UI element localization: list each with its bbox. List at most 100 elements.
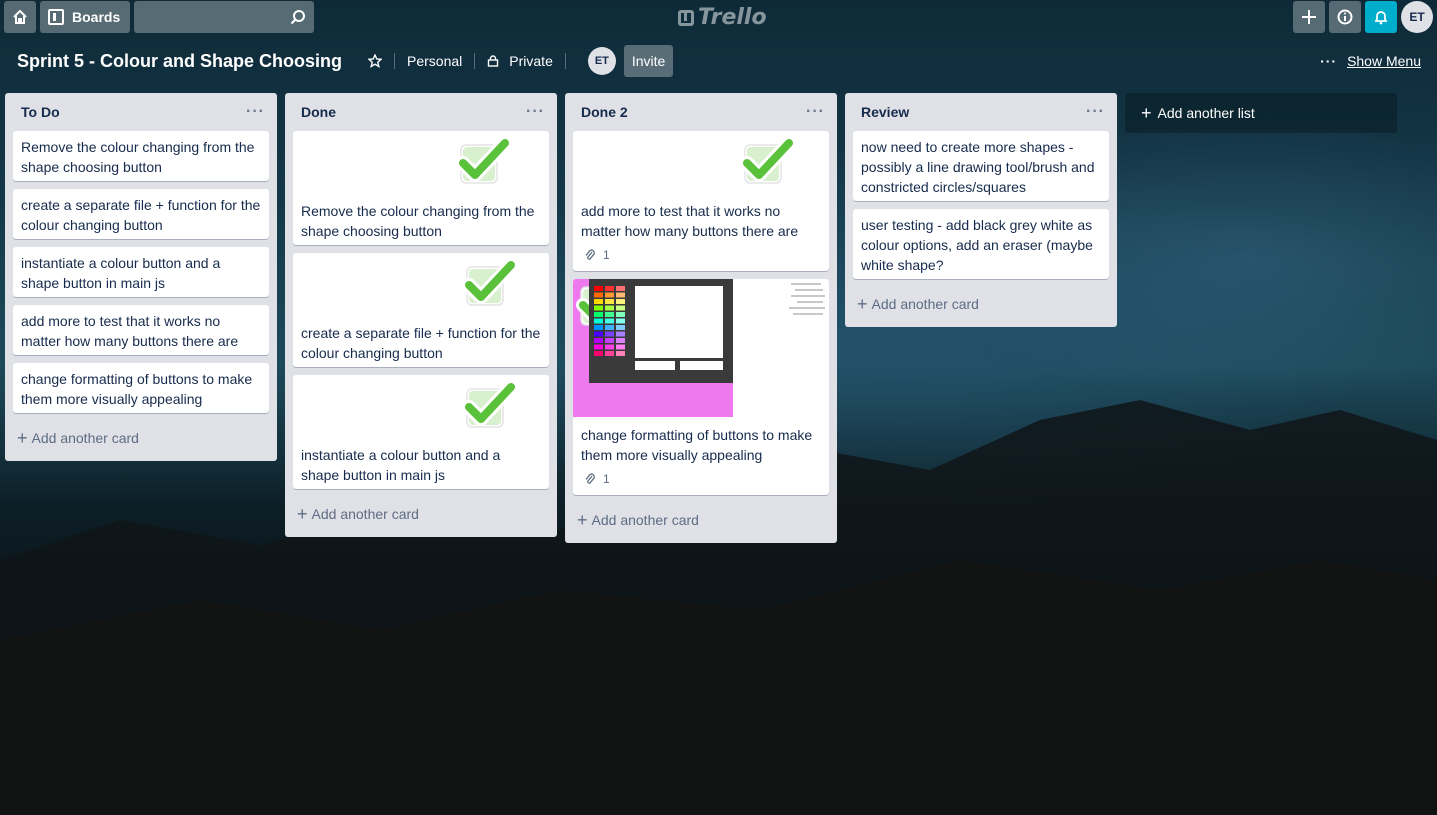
user-avatar[interactable]: ET — [1401, 1, 1433, 33]
plus-icon — [1302, 10, 1316, 24]
bell-icon — [1374, 11, 1388, 25]
team-button[interactable]: Personal — [399, 45, 470, 77]
trello-logo[interactable]: Trello — [678, 5, 767, 30]
card-title: create a separate file + function for th… — [21, 197, 261, 233]
add-card-label: Add another card — [311, 506, 419, 522]
card[interactable]: add more to test that it works no matter… — [13, 305, 269, 355]
top-bar: Boards Trello ET — [0, 0, 1437, 34]
member-avatar[interactable]: ET — [587, 47, 616, 75]
attachment-count: 1 — [603, 472, 610, 486]
add-card-label: Add another card — [871, 296, 979, 312]
add-card-button[interactable]: + Add another card — [293, 497, 549, 531]
attachment-badge: 1 — [573, 469, 829, 495]
plus-icon: + — [297, 503, 308, 524]
boards-icon — [48, 9, 64, 25]
create-button[interactable] — [1293, 1, 1325, 33]
divider — [474, 53, 476, 69]
check-icon — [456, 137, 512, 184]
list-title[interactable]: Review — [861, 104, 909, 120]
show-menu-button[interactable]: ··· Show Menu — [1320, 53, 1421, 69]
header-right-buttons: ET — [1293, 1, 1433, 33]
list-title[interactable]: Done 2 — [581, 104, 628, 120]
search-icon — [291, 10, 306, 25]
notifications-button[interactable] — [1365, 1, 1397, 33]
plus-icon: + — [577, 509, 588, 530]
list-menu-icon[interactable]: ··· — [806, 103, 825, 121]
check-icon — [740, 137, 796, 184]
list-title[interactable]: Done — [301, 104, 336, 120]
add-list-label: Add another list — [1157, 105, 1255, 121]
add-card-button[interactable]: + Add another card — [13, 421, 269, 455]
card[interactable]: create a separate file + function for th… — [293, 253, 549, 367]
more-icon: ··· — [1320, 53, 1338, 69]
home-icon — [13, 9, 27, 24]
check-icon — [462, 381, 518, 428]
card[interactable]: change formatting of buttons to make the… — [13, 363, 269, 413]
list-header: To Do ··· — [13, 93, 269, 131]
board-title[interactable]: Sprint 5 - Colour and Shape Choosing — [17, 51, 342, 72]
attachment-count: 1 — [603, 248, 610, 262]
visibility-button[interactable]: Private — [479, 45, 561, 77]
lock-icon — [488, 55, 499, 67]
card[interactable]: user testing - add black grey white as c… — [853, 209, 1109, 279]
card-title: instantiate a colour button and a shape … — [301, 447, 501, 483]
card-title: change formatting of buttons to make the… — [21, 371, 253, 407]
list-title[interactable]: To Do — [21, 104, 60, 120]
check-sticker — [293, 131, 549, 195]
list-menu-icon[interactable]: ··· — [526, 103, 545, 121]
add-card-label: Add another card — [591, 512, 699, 528]
add-card-label: Add another card — [31, 430, 139, 446]
card[interactable]: Remove the colour changing from the shap… — [13, 131, 269, 181]
invite-button[interactable]: Invite — [623, 45, 674, 77]
card[interactable]: create a separate file + function for th… — [13, 189, 269, 239]
list-review: Review ··· now need to create more shape… — [845, 93, 1117, 327]
card[interactable]: now need to create more shapes - possibl… — [853, 131, 1109, 201]
add-card-button[interactable]: + Add another card — [853, 287, 1109, 321]
list-header: Done ··· — [293, 93, 549, 131]
plus-icon: + — [857, 293, 868, 314]
list-header: Review ··· — [853, 93, 1109, 131]
card[interactable]: instantiate a colour button and a shape … — [293, 375, 549, 489]
check-sticker — [573, 131, 829, 195]
card-title: Remove the colour changing from the shap… — [301, 203, 535, 239]
card-title: create a separate file + function for th… — [301, 325, 541, 361]
list-header: Done 2 ··· — [573, 93, 829, 131]
boards-button[interactable]: Boards — [40, 1, 131, 33]
card-title: add more to test that it works no matter… — [21, 313, 239, 349]
plus-icon: + — [17, 427, 28, 448]
card-cover-image — [573, 279, 829, 417]
list-menu-icon[interactable]: ··· — [246, 103, 265, 121]
paperclip-icon — [585, 473, 595, 484]
home-button[interactable] — [4, 1, 36, 33]
trello-logo-icon — [678, 9, 694, 26]
plus-icon: + — [1141, 102, 1152, 123]
search-input[interactable] — [134, 1, 315, 33]
list-done: Done ··· Remove the colour changing from… — [285, 93, 557, 537]
info-button[interactable] — [1329, 1, 1361, 33]
show-menu-label: Show Menu — [1347, 53, 1421, 69]
add-card-button[interactable]: + Add another card — [573, 503, 829, 537]
card-title: add more to test that it works no matter… — [581, 203, 799, 239]
check-sticker — [293, 253, 549, 317]
card[interactable]: instantiate a colour button and a shape … — [13, 247, 269, 297]
list-menu-icon[interactable]: ··· — [1086, 103, 1105, 121]
card-title: change formatting of buttons to make the… — [581, 427, 813, 463]
star-button[interactable] — [360, 45, 390, 77]
boards-label: Boards — [72, 9, 121, 25]
visibility-label: Private — [509, 53, 553, 69]
attachment-badge: 1 — [573, 245, 829, 271]
card[interactable]: change formatting of buttons to make the… — [573, 279, 829, 495]
check-icon — [462, 259, 518, 306]
list-done-2: Done 2 ··· add more to test that it work… — [565, 93, 837, 543]
add-list-button[interactable]: + Add another list — [1125, 93, 1397, 133]
card[interactable]: Remove the colour changing from the shap… — [293, 131, 549, 245]
card-title: instantiate a colour button and a shape … — [21, 255, 221, 291]
board-header: Sprint 5 - Colour and Shape Choosing Per… — [0, 42, 1437, 80]
divider — [564, 53, 566, 69]
card[interactable]: add more to test that it works no matter… — [573, 131, 829, 271]
check-sticker — [293, 375, 549, 439]
card-title: Remove the colour changing from the shap… — [21, 139, 255, 175]
card-title: now need to create more shapes - possibl… — [861, 139, 1095, 195]
star-icon — [368, 54, 383, 68]
card-title: user testing - add black grey white as c… — [861, 217, 1093, 273]
